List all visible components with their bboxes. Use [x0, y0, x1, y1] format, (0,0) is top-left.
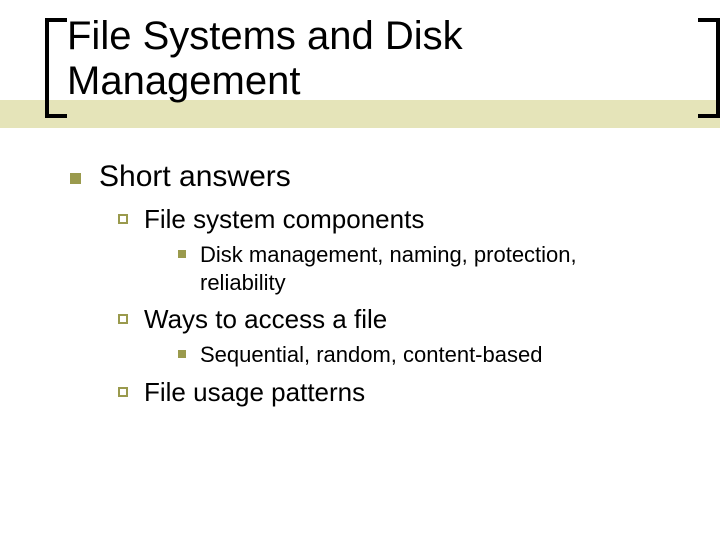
bullet-text: Ways to access a file [144, 304, 387, 335]
bullet-text: File usage patterns [144, 377, 365, 408]
slide-title: File Systems and Disk Management [67, 14, 698, 104]
bullet-text: Sequential, random, content-based [200, 341, 542, 369]
bullet-text: File system components [144, 204, 424, 235]
square-bullet-icon [70, 173, 81, 184]
hollow-square-bullet-icon [118, 214, 128, 224]
slide-body: Short answers File system components Dis… [70, 160, 680, 412]
bullet-text: Disk management, naming, protection, rel… [200, 241, 660, 296]
bracket-right-icon [698, 18, 720, 118]
bullet-level-2: Ways to access a file [118, 304, 680, 335]
square-bullet-icon [178, 250, 186, 258]
slide-title-block: File Systems and Disk Management [45, 14, 720, 118]
bracket-left-icon [45, 18, 67, 118]
bullet-text: Short answers [99, 160, 291, 194]
bullet-level-1: Short answers [70, 160, 680, 194]
hollow-square-bullet-icon [118, 387, 128, 397]
bullet-level-3: Disk management, naming, protection, rel… [178, 241, 680, 296]
hollow-square-bullet-icon [118, 314, 128, 324]
bullet-level-3: Sequential, random, content-based [178, 341, 680, 369]
square-bullet-icon [178, 350, 186, 358]
bullet-level-2: File usage patterns [118, 377, 680, 408]
bullet-level-2: File system components [118, 204, 680, 235]
